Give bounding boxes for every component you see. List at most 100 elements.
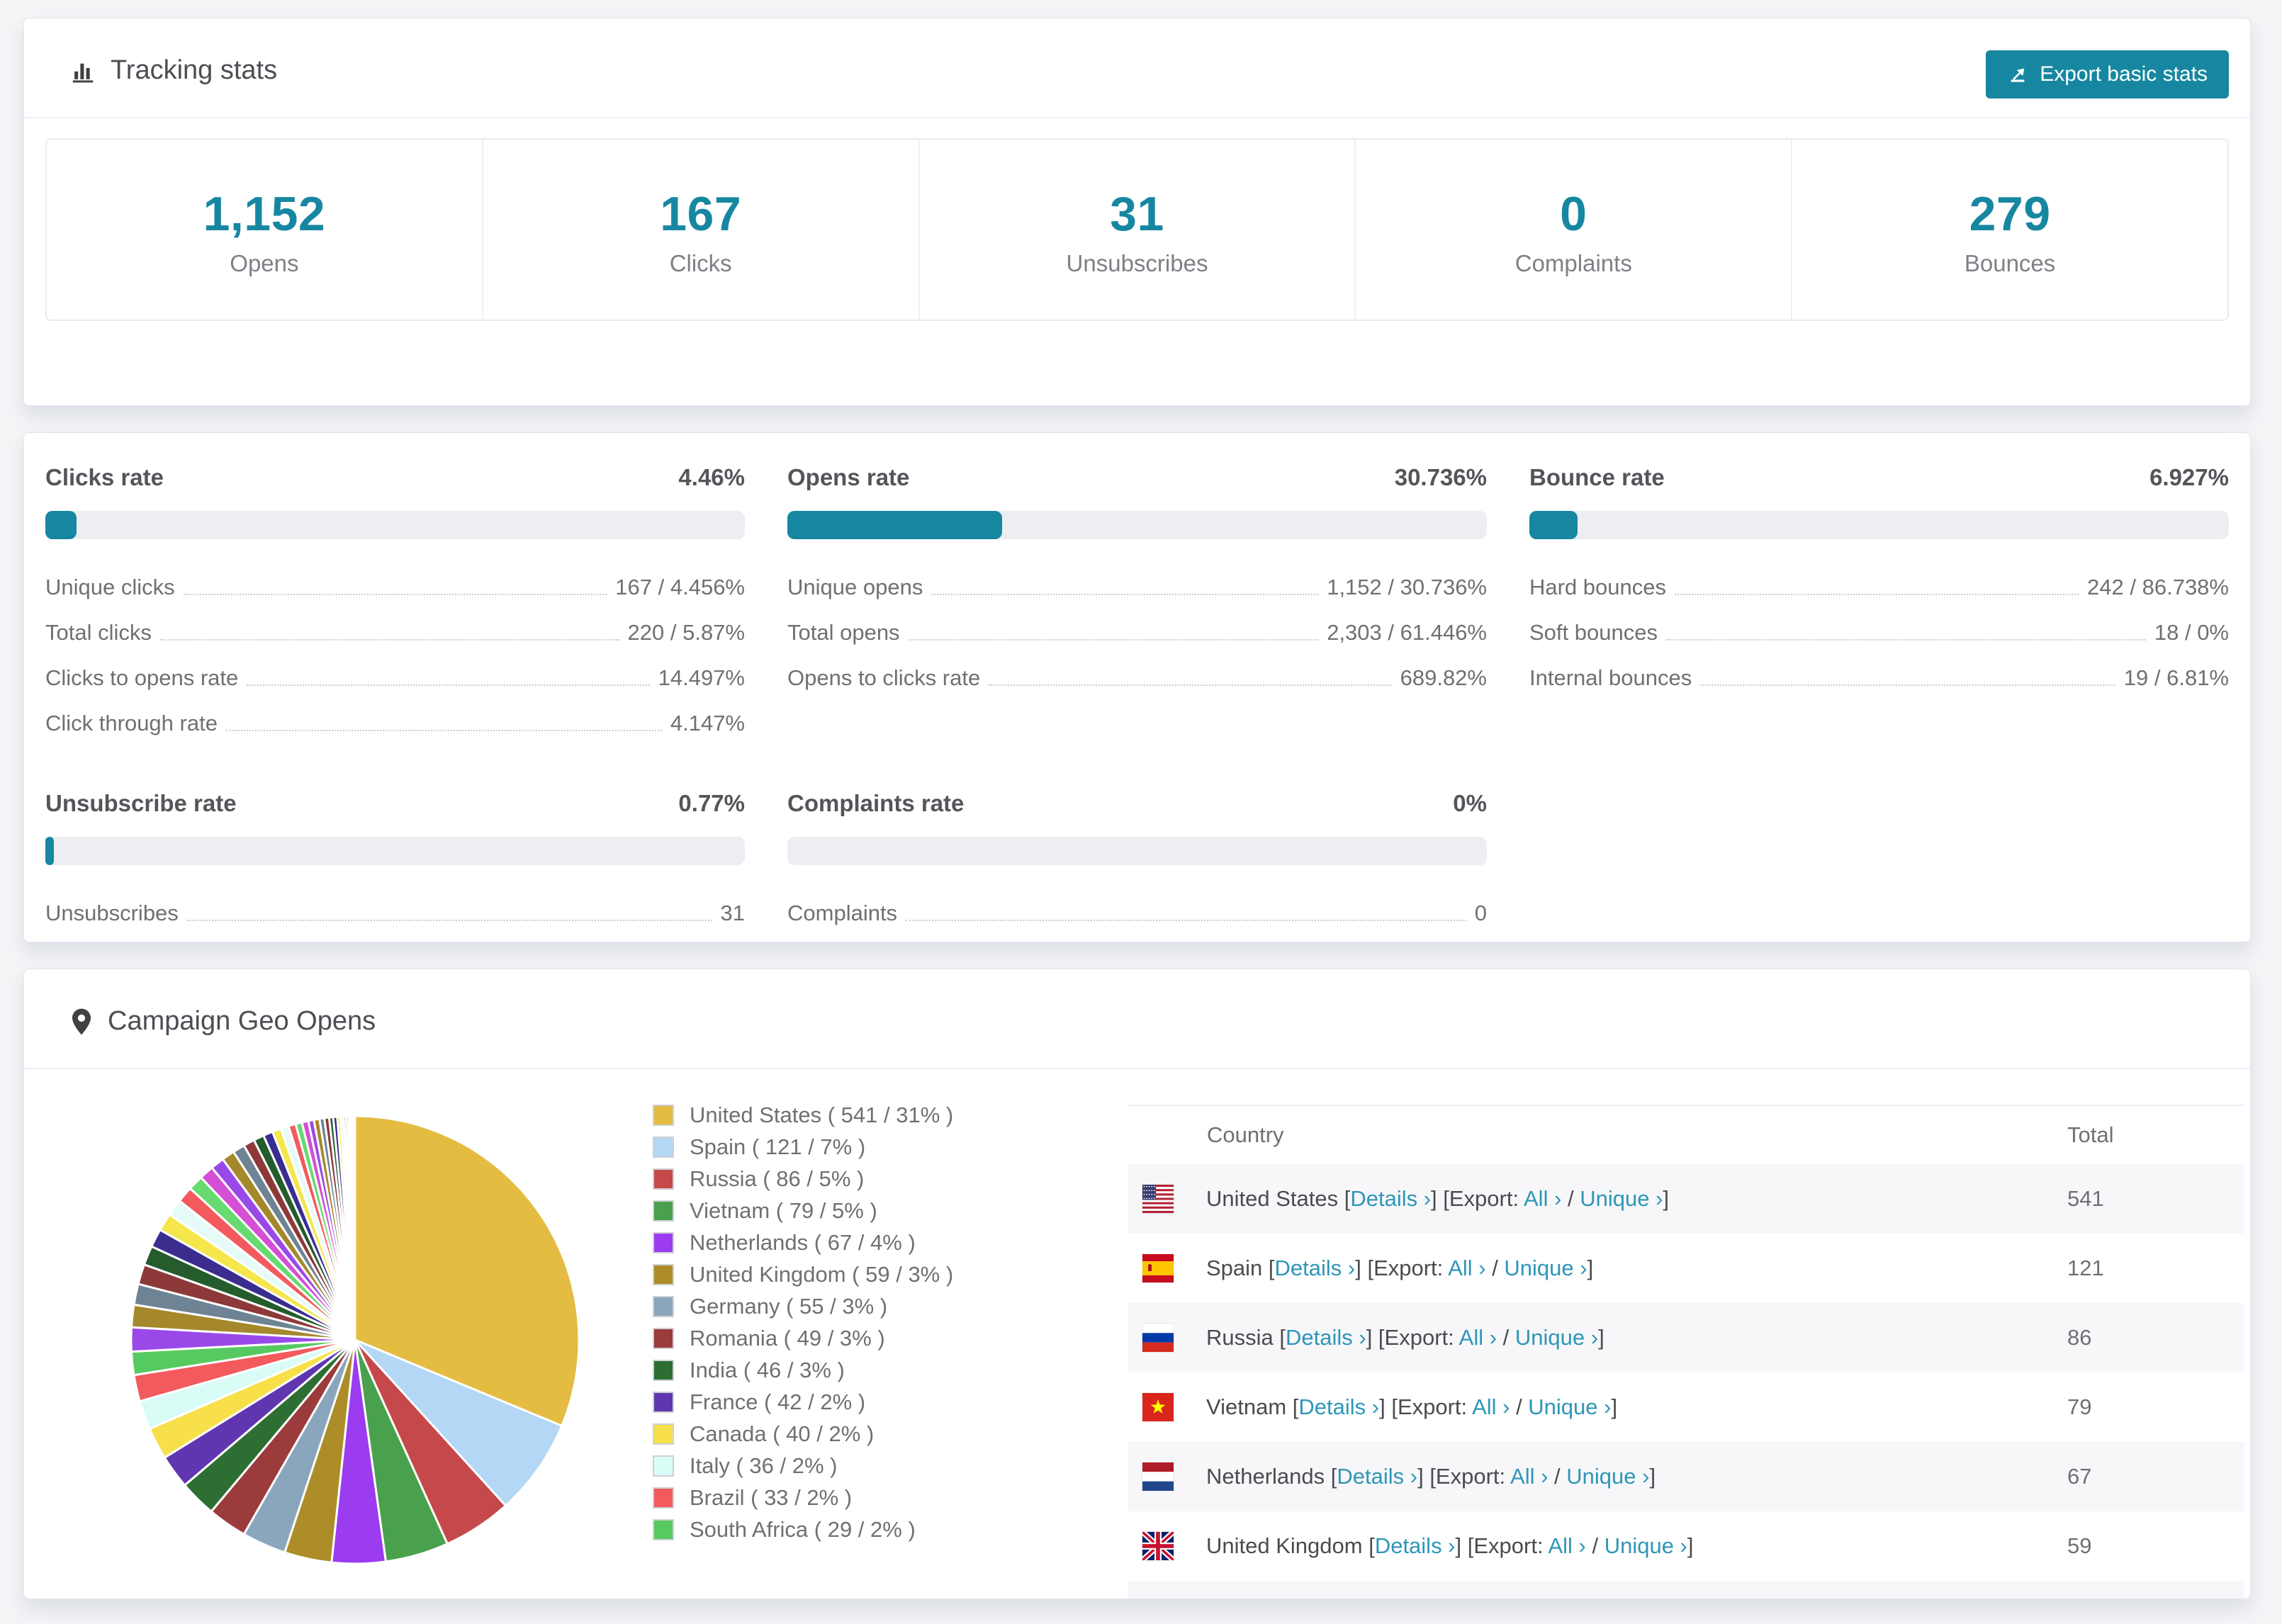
- progress-bar-track: [45, 837, 745, 865]
- country-flag-icon-gb: [1140, 1530, 1176, 1562]
- total-cell: 59: [2067, 1533, 2092, 1558]
- legend-item-france: France ( 42 / 2% ): [653, 1389, 1021, 1415]
- rate-value: 0.77%: [678, 790, 745, 816]
- export-unique-link[interactable]: Unique ›: [1528, 1394, 1611, 1419]
- dotted-leader: [908, 639, 1319, 641]
- country-links: Russia [Details ›] [Export: All › / Uniq…: [1206, 1325, 1604, 1350]
- pie-slice-other: [353, 1115, 356, 1341]
- details-link[interactable]: Details ›: [1350, 1186, 1431, 1211]
- progress-bar-fill: [787, 511, 1003, 539]
- country-name: Russia: [1206, 1325, 1274, 1350]
- rate-row-label: Internal bounces: [1529, 665, 1692, 690]
- country-flag-icon-nl: [1142, 1462, 1174, 1491]
- export-all-link[interactable]: All ›: [1448, 1256, 1485, 1280]
- stat-value: 279: [1969, 187, 2051, 241]
- details-link[interactable]: Details ›: [1298, 1394, 1379, 1419]
- export-all-link[interactable]: All ›: [1459, 1325, 1497, 1350]
- rate-value: 4.46%: [678, 464, 745, 490]
- geo-table-wrap: Country Total United States [Details ›] …: [1128, 1105, 2244, 1598]
- geo-table: Country Total United States [Details ›] …: [1128, 1106, 2244, 1598]
- rate-row: Total opens 2,303 / 61.446%: [787, 610, 1487, 655]
- legend-label: United Kingdom ( 59 / 3% ): [690, 1262, 954, 1287]
- total-cell: 121: [2067, 1256, 2104, 1280]
- legend-item-italy: Italy ( 36 / 2% ): [653, 1453, 1021, 1479]
- export-all-link[interactable]: All ›: [1472, 1394, 1510, 1419]
- rate-head: Bounce rate 6.927%: [1529, 464, 2229, 491]
- legend-item-india: India ( 46 / 3% ): [653, 1358, 1021, 1383]
- legend-label: Netherlands ( 67 / 4% ): [690, 1230, 916, 1255]
- rate-row: Click through rate 4.147%: [45, 701, 745, 746]
- legend-swatch: [653, 1360, 674, 1381]
- details-link[interactable]: Details ›: [1275, 1256, 1356, 1280]
- export-basic-stats-button[interactable]: Export basic stats: [1986, 50, 2229, 98]
- details-link[interactable]: Details ›: [1375, 1533, 1456, 1558]
- rate-row: Soft bounces 18 / 0%: [1529, 610, 2229, 655]
- legend-swatch: [653, 1200, 674, 1222]
- rate-title: Unsubscribe rate: [45, 790, 237, 816]
- legend-label: France ( 42 / 2% ): [690, 1389, 866, 1414]
- export-unique-link[interactable]: Unique ›: [1604, 1533, 1687, 1558]
- progress-bar-fill: [45, 837, 54, 865]
- geo-table-row-us: United States [Details ›] [Export: All ›…: [1128, 1164, 2244, 1234]
- legend-label: Spain ( 121 / 7% ): [690, 1134, 866, 1159]
- export-all-link[interactable]: All ›: [1548, 1533, 1585, 1558]
- export-unique-link[interactable]: Unique ›: [1504, 1256, 1587, 1280]
- total-cell: 86: [2067, 1325, 2092, 1350]
- geo-pie-legend: United States ( 541 / 31% ) Spain ( 121 /…: [653, 1069, 1021, 1598]
- tracking-stats-card: Tracking stats Export basic stats 1,152 O…: [23, 18, 2251, 406]
- rate-row-value: 2,303 / 61.446%: [1327, 620, 1487, 645]
- export-unique-link[interactable]: Unique ›: [1580, 1186, 1663, 1211]
- rate-row-value: 4.147%: [670, 711, 745, 735]
- rate-row-label: Hard bounces: [1529, 575, 1667, 599]
- legend-swatch: [653, 1105, 674, 1126]
- export-unique-link[interactable]: Unique ›: [1566, 1464, 1649, 1489]
- export-unique-link[interactable]: Unique ›: [1515, 1325, 1598, 1350]
- rate-row-label: Total opens: [787, 620, 900, 645]
- legend-swatch: [653, 1232, 674, 1253]
- tracking-stats-header: Tracking stats: [24, 18, 2250, 118]
- details-link[interactable]: Details ›: [1286, 1325, 1366, 1350]
- legend-label: Canada ( 40 / 2% ): [690, 1421, 875, 1446]
- rate-row-value: 31: [720, 901, 745, 925]
- legend-swatch: [653, 1168, 674, 1190]
- dotted-leader: [1700, 684, 2115, 686]
- dashboard-page: Tracking stats Export basic stats 1,152 O…: [0, 0, 2282, 1599]
- stat-cell-opens: 1,152 Opens: [47, 140, 482, 320]
- legend-item-united-kingdom: United Kingdom ( 59 / 3% ): [653, 1262, 1021, 1287]
- geo-table-header-row: Country Total: [1128, 1106, 2244, 1164]
- legend-item-canada: Canada ( 40 / 2% ): [653, 1421, 1021, 1447]
- stat-value: 31: [1110, 187, 1164, 241]
- legend-label: Romania ( 49 / 3% ): [690, 1326, 885, 1350]
- export-icon: [2007, 64, 2028, 85]
- rate-row-label: Unique clicks: [45, 575, 175, 599]
- rate-head: Clicks rate 4.46%: [45, 464, 745, 491]
- rate-row: Hard bounces 242 / 86.738%: [1529, 565, 2229, 610]
- rate-value: 6.927%: [2149, 464, 2229, 490]
- rate-row: Opens to clicks rate 689.82%: [787, 655, 1487, 701]
- rate-row: Total clicks 220 / 5.87%: [45, 610, 745, 655]
- dotted-leader: [1665, 639, 2146, 641]
- legend-swatch: [653, 1455, 674, 1477]
- export-all-link[interactable]: All ›: [1524, 1186, 1561, 1211]
- rate-row-value: 19 / 6.81%: [2123, 665, 2229, 690]
- rates-card: Clicks rate 4.46% Unique clicks 167 / 4.456…: [23, 432, 2251, 942]
- legend-swatch: [653, 1423, 674, 1445]
- summary-stats-box: 1,152 Opens 167 Clicks 31 Unsubscribes 0 Compla…: [45, 138, 2229, 321]
- legend-label: India ( 46 / 3% ): [690, 1358, 845, 1382]
- export-basic-stats-label: Export basic stats: [2040, 62, 2208, 86]
- progress-bar-track: [45, 511, 745, 539]
- geo-pie-chart[interactable]: [128, 1113, 582, 1567]
- legend-swatch: [653, 1487, 674, 1509]
- rate-title: Opens rate: [787, 464, 910, 490]
- bar-chart-icon: [69, 57, 96, 84]
- rate-block-bounce-rate: Bounce rate 6.927% Hard bounces 242 / 86.73…: [1529, 464, 2229, 746]
- export-all-link[interactable]: All ›: [1510, 1464, 1548, 1489]
- legend-item-vietnam: Vietnam ( 79 / 5% ): [653, 1198, 1021, 1224]
- rate-row: Unique opens 1,152 / 30.736%: [787, 565, 1487, 610]
- country-flag-icon-ru: [1142, 1324, 1174, 1352]
- details-link[interactable]: Details ›: [1337, 1464, 1417, 1489]
- stat-cell-unsubscribes: 31 Unsubscribes: [918, 140, 1355, 320]
- legend-swatch: [653, 1328, 674, 1349]
- rate-row: Clicks to opens rate 14.497%: [45, 655, 745, 701]
- rate-head: Opens rate 30.736%: [787, 464, 1487, 491]
